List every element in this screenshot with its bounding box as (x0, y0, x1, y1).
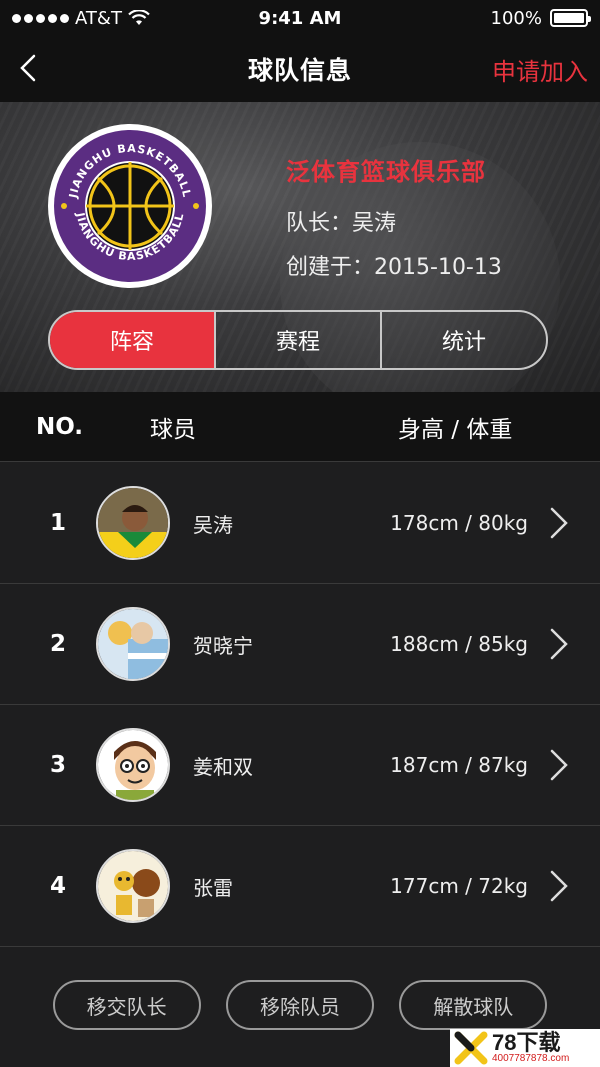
created-line: 创建于：2015-10-13 (286, 249, 502, 281)
remove-member-button[interactable]: 移除队员 (225, 980, 374, 1030)
player-name: 张雷 (193, 875, 233, 900)
created-label: 创建于： (286, 255, 375, 280)
signal-icon (12, 13, 69, 23)
player-number: 4 (50, 873, 67, 899)
player-name: 吴涛 (193, 512, 233, 537)
chevron-right-icon (550, 628, 568, 660)
status-right: 100% (396, 7, 591, 29)
battery-percent: 100% (490, 7, 542, 29)
header-no: NO. (36, 413, 84, 440)
tab-bar: 阵容 赛程 统计 (48, 310, 548, 370)
chevron-right-icon (550, 507, 568, 539)
status-left: AT&T (12, 8, 204, 29)
nav-bar: 球队信息 申请加入 (0, 36, 600, 102)
chevron-right-icon (550, 749, 568, 781)
player-row[interactable]: 4 张雷 177cm / 72kg (0, 826, 600, 947)
team-logo: JIANGHU BASKETBALL JIANGHU BASKETBALL (48, 124, 212, 288)
player-number: 1 (50, 510, 67, 536)
captain-line: 队长：吴涛 (286, 205, 502, 237)
created-date: 2015-10-13 (374, 255, 502, 280)
tab-stats[interactable]: 统计 (380, 312, 546, 368)
header-height-weight: 身高 / 体重 (398, 416, 513, 443)
player-name: 姜和双 (193, 754, 253, 779)
roster-header: NO. 球员 身高 / 体重 (0, 392, 600, 462)
footer-actions: 移交队长 移除队员 解散球队 (0, 980, 600, 1030)
watermark-text: 78下载 4007787878.com (492, 1032, 569, 1064)
player-avatar (96, 728, 170, 802)
player-avatar (96, 849, 170, 923)
player-height-weight: 187cm / 87kg (390, 753, 528, 777)
chevron-left-icon (20, 54, 36, 82)
player-name: 贺晓宁 (193, 633, 253, 658)
watermark-main: 78下载 (492, 1030, 561, 1055)
chevron-right-icon (550, 870, 568, 902)
team-name: 泛体育篮球俱乐部 (286, 158, 486, 186)
watermark-logo-icon (450, 1029, 492, 1067)
disband-team-button[interactable]: 解散球队 (399, 980, 548, 1030)
header-player: 球员 (150, 416, 196, 443)
page-title: 球队信息 (247, 56, 352, 85)
status-bar: AT&T 9:41 AM 100% (0, 0, 600, 36)
carrier: AT&T (75, 7, 122, 29)
captain-name: 吴涛 (352, 211, 397, 236)
wifi-icon (128, 10, 150, 25)
watermark: 78下载 4007787878.com (450, 1029, 600, 1067)
player-row[interactable]: 1 吴涛 178cm / 80kg (0, 463, 600, 584)
player-avatar (96, 486, 170, 560)
clock: 9:41 AM (258, 7, 342, 29)
player-height-weight: 177cm / 72kg (390, 874, 528, 898)
player-row[interactable]: 3 姜和双 187cm / 87kg (0, 705, 600, 826)
player-list: 1 吴涛 178cm / 80kg 2 贺晓宁 188cm / 85kg 3 姜… (0, 463, 600, 947)
tab-schedule[interactable]: 赛程 (214, 312, 380, 368)
transfer-captain-button[interactable]: 移交队长 (52, 980, 201, 1030)
player-number: 2 (50, 631, 67, 657)
back-button[interactable] (8, 48, 48, 88)
battery-icon (550, 9, 591, 27)
team-hero: JIANGHU BASKETBALL JIANGHU BASKETBALL 泛体… (0, 102, 600, 392)
player-number: 3 (50, 752, 67, 778)
player-height-weight: 178cm / 80kg (390, 511, 528, 535)
captain-label: 队长： (286, 211, 353, 236)
apply-join-button[interactable]: 申请加入 (492, 52, 588, 87)
watermark-sub: 4007787878.com (492, 1053, 570, 1064)
player-row[interactable]: 2 贺晓宁 188cm / 85kg (0, 584, 600, 705)
player-avatar (96, 607, 170, 681)
team-info: 泛体育篮球俱乐部 队长：吴涛 创建于：2015-10-13 (286, 152, 502, 293)
tab-roster[interactable]: 阵容 (50, 312, 214, 368)
player-height-weight: 188cm / 85kg (390, 632, 528, 656)
